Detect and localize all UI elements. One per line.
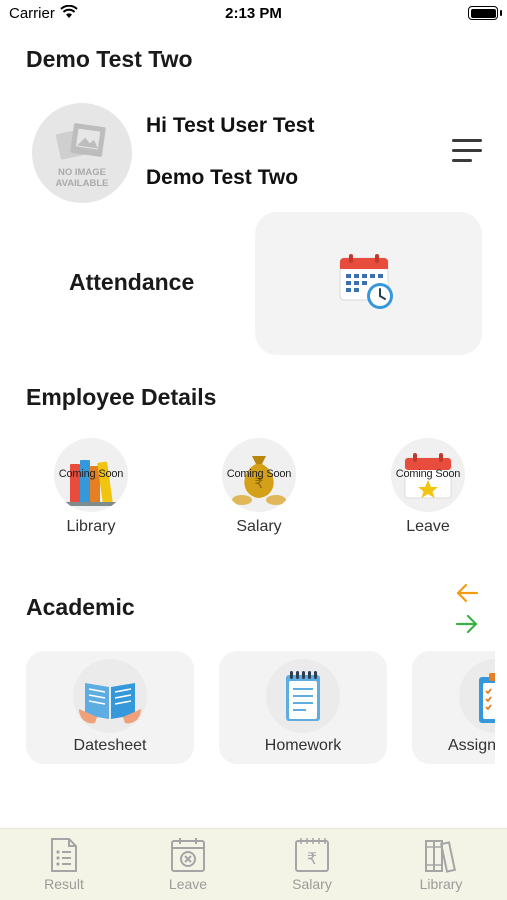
- tab-leave-label: Leave: [168, 876, 208, 892]
- scroll-right-arrow-icon[interactable]: [454, 613, 480, 635]
- no-image-line1: NO IMAGE: [57, 167, 107, 178]
- coming-soon-badge: Coming Soon: [58, 468, 124, 480]
- scroll-left-arrow-icon[interactable]: [454, 582, 480, 604]
- no-image-line2: AVAILABLE: [55, 178, 109, 189]
- tab-salary[interactable]: ₹ Salary: [267, 837, 357, 892]
- books-icon: [425, 840, 457, 873]
- avatar: NO IMAGE AVAILABLE: [32, 103, 132, 203]
- notepad-icon: [286, 671, 320, 721]
- page-title: Demo Test Two: [26, 46, 193, 72]
- academic-card-homework[interactable]: Homework: [219, 651, 387, 764]
- attendance-card[interactable]: [255, 212, 482, 355]
- employee-item-leave[interactable]: Coming Soon Leave: [373, 438, 483, 536]
- result-sheet-icon: [51, 838, 77, 872]
- academic-card-assignment[interactable]: Assignment: [412, 651, 495, 764]
- svg-text:₹: ₹: [307, 849, 317, 868]
- coming-soon-badge: Coming Soon: [226, 468, 292, 480]
- salary-label: Salary: [236, 518, 282, 535]
- datesheet-label: Datesheet: [73, 737, 147, 754]
- leave-icon-circle: Coming Soon: [391, 438, 465, 512]
- employee-item-library[interactable]: Coming Soon Library: [36, 438, 146, 536]
- battery-icon: [468, 6, 498, 20]
- employee-details-title: Employee Details: [26, 384, 217, 410]
- user-school: Demo Test Two: [146, 166, 299, 189]
- calendar-x-icon: [171, 838, 205, 872]
- academic-title: Academic: [26, 594, 135, 620]
- employee-item-salary[interactable]: ₹ Coming Soon Salary: [204, 438, 314, 536]
- status-time: 2:13 PM: [225, 5, 282, 22]
- tab-salary-label: Salary: [292, 876, 332, 892]
- rupee-note-icon: ₹: [295, 838, 329, 872]
- library-label: Library: [66, 518, 116, 535]
- tab-library-label: Library: [419, 876, 463, 892]
- homework-label: Homework: [264, 737, 342, 754]
- bottom-tab-bar: Result Leave ₹ Salary Library: [0, 828, 507, 900]
- tab-library[interactable]: Library: [396, 837, 486, 892]
- hamburger-menu-icon[interactable]: [452, 139, 484, 167]
- salary-icon-circle: ₹ Coming Soon: [222, 438, 296, 512]
- academic-card-datesheet[interactable]: Datesheet: [26, 651, 194, 764]
- status-bar: Carrier 2:13 PM: [0, 0, 507, 28]
- no-image-text: NO IMAGE AVAILABLE: [32, 167, 132, 189]
- user-greeting: Hi Test User Test: [146, 114, 315, 137]
- battery-cap: [500, 10, 502, 16]
- library-icon-circle: Coming Soon: [54, 438, 128, 512]
- assignment-label: Assignment: [448, 737, 495, 754]
- homework-icon-circle: [266, 659, 340, 733]
- tab-result[interactable]: Result: [19, 837, 109, 892]
- attendance-label: Attendance: [69, 269, 195, 295]
- clipboard-icon: [479, 673, 495, 723]
- tab-result-label: Result: [44, 876, 84, 892]
- assignment-icon-circle: [459, 659, 495, 733]
- datesheet-icon-circle: [73, 659, 147, 733]
- leave-label: Leave: [406, 518, 450, 535]
- coming-soon-badge: Coming Soon: [395, 468, 461, 480]
- tab-leave[interactable]: Leave: [143, 837, 233, 892]
- calendar-clock-icon: [339, 254, 393, 309]
- open-book-icon: [79, 683, 141, 724]
